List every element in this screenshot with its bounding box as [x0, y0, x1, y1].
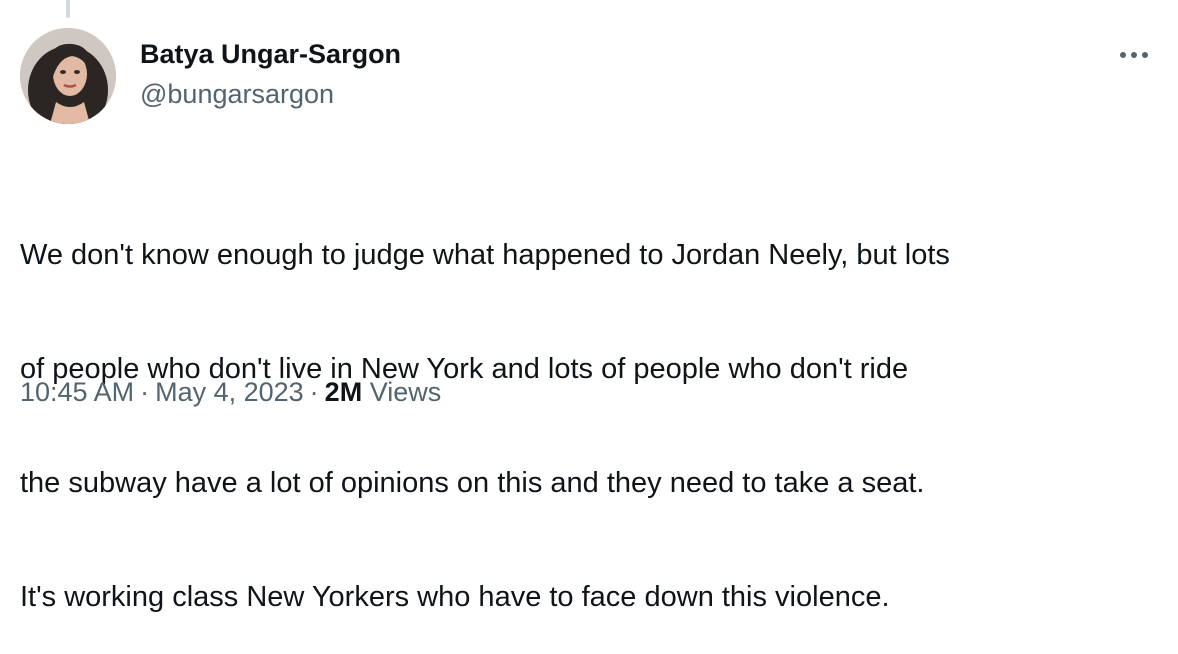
- tweet-text-line: We don't know enough to judge what happe…: [20, 239, 950, 271]
- author-handle[interactable]: @bungarsargon: [140, 78, 401, 110]
- more-options-button[interactable]: [1112, 38, 1156, 72]
- views-count[interactable]: 2M: [325, 377, 363, 407]
- tweet-text-line: It's working class New Yorkers who have …: [20, 581, 890, 613]
- author-block: Batya Ungar-Sargon @bungarsargon: [140, 38, 401, 110]
- tweet-text-line: the subway have a lot of opinions on thi…: [20, 467, 925, 499]
- more-horizontal-icon: [1120, 52, 1148, 58]
- thread-connector-line: [66, 0, 70, 18]
- views-label: Views: [369, 377, 442, 407]
- tweet-date[interactable]: May 4, 2023: [155, 377, 304, 407]
- avatar[interactable]: [20, 28, 116, 124]
- tweet-metadata: 10:45 AM · May 4, 2023 · 2M Views: [20, 375, 441, 409]
- separator: ·: [140, 377, 150, 407]
- separator: ·: [309, 377, 319, 407]
- tweet-time[interactable]: 10:45 AM: [20, 377, 134, 407]
- avatar-photo: [20, 28, 116, 124]
- author-display-name[interactable]: Batya Ungar-Sargon: [140, 38, 401, 70]
